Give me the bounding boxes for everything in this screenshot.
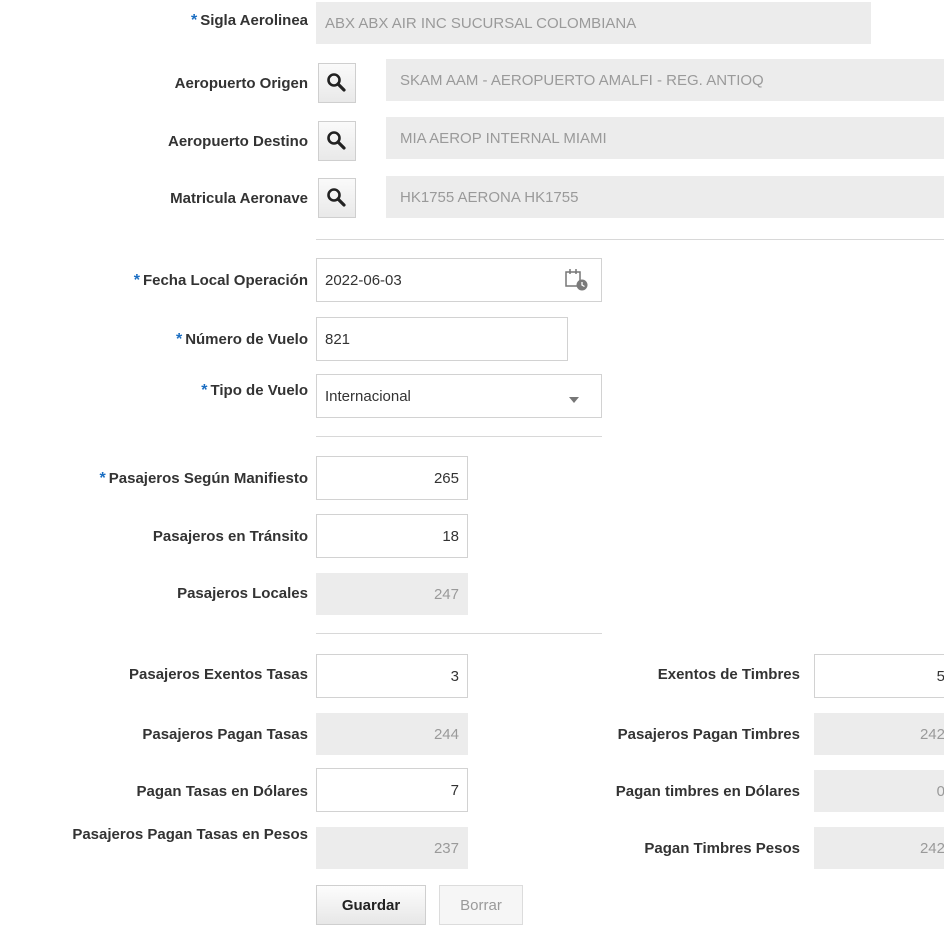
chevron-down-icon[interactable]	[567, 392, 581, 403]
sigla-aerolinea-field: ABX ABX AIR INC SUCURSAL COLOMBIANA	[316, 2, 871, 44]
divider	[316, 436, 602, 437]
label-numero-vuelo: * Número de Vuelo	[176, 331, 308, 349]
tipo-vuelo-value: Internacional	[325, 387, 411, 405]
sigla-aerolinea-value: ABX ABX AIR INC SUCURSAL COLOMBIANA	[325, 14, 637, 32]
label-text: Pasajeros Según Manifiesto	[108, 470, 308, 487]
label-timbres-dolares: Pagan timbres en Dólares	[615, 783, 800, 800]
label-text: Fecha Local Operación	[142, 272, 308, 289]
search-icon	[327, 188, 346, 207]
timbres-pesos-value: 242	[919, 839, 944, 857]
label-pasajeros-transito: Pasajeros en Tránsito	[152, 528, 308, 545]
required-marker: *	[99, 470, 106, 487]
exentos-timbres-value: 5	[937, 668, 944, 685]
label-timbres-pesos: Pagan Timbres Pesos	[644, 840, 800, 857]
label-pasajeros-manifiesto: * Pasajeros Según Manifiesto	[100, 470, 308, 488]
label-sigla-aerolinea: * Sigla Aerolinea	[191, 12, 308, 30]
divider	[316, 633, 602, 634]
timbres-dolares-field: 0	[814, 770, 944, 812]
clear-button[interactable]: Borrar	[439, 885, 523, 925]
exentos-timbres-input[interactable]: 5	[814, 654, 944, 698]
tasas-dolares-value: 7	[450, 781, 459, 799]
label-pasajeros-locales: Pasajeros Locales	[177, 585, 308, 602]
label-tasas-pesos: Pasajeros Pagan Tasas en Pesos	[72, 826, 308, 843]
search-icon	[327, 73, 346, 92]
exentos-tasas-input[interactable]: 3	[316, 654, 468, 698]
label-matricula-aeronave: Matricula Aeronave	[170, 190, 308, 207]
pasajeros-transito-input[interactable]: 18	[316, 514, 468, 558]
timbres-dolares-value: 0	[937, 783, 944, 800]
tipo-vuelo-select[interactable]: Internacional	[316, 374, 602, 418]
label-text: Sigla Aerolinea	[200, 12, 308, 29]
pasajeros-locales-value: 247	[433, 585, 459, 603]
required-marker: *	[190, 12, 198, 29]
required-marker: *	[133, 272, 140, 289]
matricula-search-button[interactable]	[318, 178, 356, 218]
required-marker: *	[175, 331, 183, 348]
label-pagan-tasas: Pasajeros Pagan Tasas	[142, 726, 308, 743]
label-aeropuerto-origen: Aeropuerto Origen	[174, 75, 308, 92]
label-exentos-timbres: Exentos de Timbres	[657, 666, 800, 683]
label-tasas-dolares: Pagan Tasas en Dólares	[136, 783, 308, 800]
pasajeros-manifiesto-value: 265	[433, 469, 459, 487]
label-aeropuerto-destino: Aeropuerto Destino	[167, 133, 308, 150]
matricula-aeronave-value: HK1755 AERONA HK1755	[400, 188, 579, 206]
destino-search-button[interactable]	[318, 121, 356, 161]
tasas-dolares-input[interactable]: 7	[316, 768, 468, 812]
origen-search-button[interactable]	[318, 63, 356, 103]
pagan-timbres-field: 242	[814, 713, 944, 755]
exentos-tasas-value: 3	[450, 667, 459, 685]
pagan-tasas-field: 244	[316, 713, 468, 755]
required-marker: *	[201, 382, 208, 399]
numero-vuelo-input[interactable]: 821	[316, 317, 568, 361]
label-fecha-local-operacion: * Fecha Local Operación	[134, 272, 308, 290]
fecha-local-operacion-input[interactable]: 2022-06-03	[316, 258, 602, 302]
pagan-timbres-value: 242	[919, 725, 944, 743]
search-icon	[327, 131, 346, 150]
aeropuerto-destino-field: MIA AEROP INTERNAL MIAMI	[386, 117, 944, 159]
label-exentos-tasas: Pasajeros Exentos Tasas	[129, 666, 308, 683]
label-pagan-timbres: Pasajeros Pagan Timbres	[617, 726, 800, 743]
pagan-tasas-value: 244	[433, 725, 459, 743]
matricula-aeronave-field: HK1755 AERONA HK1755	[386, 176, 944, 218]
aeropuerto-origen-value: SKAM AAM - AEROPUERTO AMALFI - REG. ANTI…	[400, 71, 764, 89]
tasas-pesos-value: 237	[433, 839, 459, 857]
calendar-icon[interactable]	[562, 267, 590, 293]
divider	[316, 239, 944, 240]
numero-vuelo-value: 821	[325, 330, 351, 348]
pasajeros-transito-value: 18	[442, 527, 459, 545]
timbres-pesos-field: 242	[814, 827, 944, 869]
aeropuerto-origen-field: SKAM AAM - AEROPUERTO AMALFI - REG. ANTI…	[386, 59, 944, 101]
pasajeros-locales-field: 247	[316, 573, 468, 615]
pasajeros-manifiesto-input[interactable]: 265	[316, 456, 468, 500]
tasas-pesos-field: 237	[316, 827, 468, 869]
aeropuerto-destino-value: MIA AEROP INTERNAL MIAMI	[400, 129, 607, 147]
label-tipo-vuelo: * Tipo de Vuelo	[201, 382, 308, 400]
label-text: Tipo de Vuelo	[210, 382, 308, 399]
label-text: Número de Vuelo	[185, 331, 308, 348]
save-button[interactable]: Guardar	[316, 885, 426, 925]
fecha-value: 2022-06-03	[325, 271, 402, 289]
